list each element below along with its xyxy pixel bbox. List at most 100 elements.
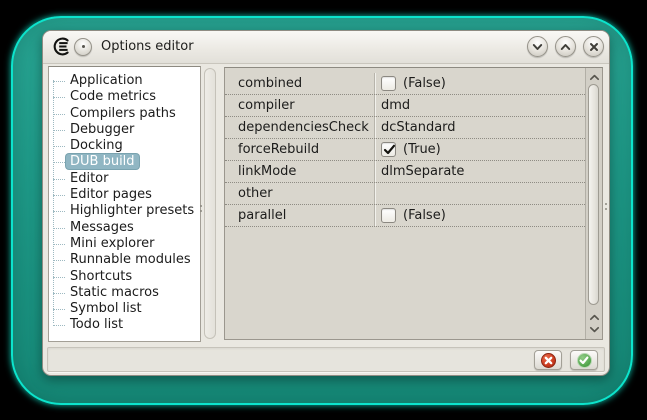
close-button[interactable] — [583, 36, 604, 57]
tree-connector — [53, 97, 65, 99]
property-row-parallel[interactable]: parallel (False) — [225, 205, 585, 227]
sidebar-item-label: Shortcuts — [70, 268, 133, 284]
property-grid: combined (False) compiler dmd dependenci… — [224, 67, 603, 340]
sidebar-item-label: Docking — [70, 138, 123, 154]
tree-connector — [53, 227, 65, 229]
tree-connector — [53, 162, 65, 164]
sidebar-item-compilers-paths[interactable]: Compilers paths — [49, 106, 200, 122]
sidebar-item-messages[interactable]: Messages — [49, 220, 200, 236]
sidebar-item-label: Mini explorer — [70, 235, 155, 251]
cancel-button[interactable] — [534, 350, 562, 370]
tree-connector — [53, 309, 65, 311]
sidebar-item-label: Debugger — [70, 121, 135, 137]
scrollbar-thumb[interactable] — [588, 84, 599, 305]
chevron-up-icon — [589, 74, 599, 80]
property-row-compiler[interactable]: compiler dmd — [225, 95, 585, 117]
sidebar-item-dub-build[interactable]: DUB build — [49, 154, 200, 170]
sidebar-item-label: Messages — [70, 219, 134, 235]
right-grip-icon — [605, 203, 608, 213]
tree-list: Application Code metrics Compilers paths… — [49, 67, 200, 334]
chevron-down-icon — [589, 326, 599, 332]
sidebar-item-label: Compilers paths — [70, 105, 176, 121]
window-title: Options editor — [101, 39, 194, 54]
chevron-up-icon — [589, 314, 599, 320]
splitter[interactable] — [200, 68, 216, 339]
checkbox-checked[interactable] — [381, 142, 396, 157]
tree-connector — [53, 276, 65, 278]
vertical-scrollbar[interactable] — [585, 68, 602, 339]
sidebar-item-highlighter-presets[interactable]: Highlighter presets — [49, 203, 200, 219]
window-menu-icon — [82, 45, 85, 48]
scroll-up-stepper-bottom[interactable] — [586, 311, 602, 323]
sidebar-item-mini-explorer[interactable]: Mini explorer — [49, 236, 200, 252]
sidebar-item-docking[interactable]: Docking — [49, 138, 200, 154]
property-row-dependenciescheck[interactable]: dependenciesCheck dcStandard — [225, 117, 585, 139]
options-editor-window: Options editor Application Code metrics … — [42, 30, 610, 376]
tree-connector — [53, 260, 65, 262]
property-value-cell[interactable]: dcStandard — [374, 117, 585, 138]
property-value-cell[interactable]: dlmSeparate — [374, 161, 585, 182]
property-name: forceRebuild — [238, 142, 320, 157]
scroll-up-stepper[interactable] — [586, 71, 602, 83]
property-row-linkmode[interactable]: linkMode dlmSeparate — [225, 161, 585, 183]
property-value-cell[interactable] — [374, 183, 585, 204]
sidebar-item-static-macros[interactable]: Static macros — [49, 285, 200, 301]
ok-check-circle-icon — [576, 352, 592, 368]
chevron-down-icon — [532, 43, 543, 50]
rolldown-button[interactable] — [527, 36, 548, 57]
tree-connector — [53, 146, 65, 148]
sidebar-item-application[interactable]: Application — [49, 73, 200, 89]
property-name: compiler — [238, 98, 295, 113]
sidebar-item-debugger[interactable]: Debugger — [49, 122, 200, 138]
footer-panel — [47, 347, 605, 372]
checkbox-unchecked[interactable] — [381, 76, 396, 91]
tree-connector — [53, 211, 65, 213]
app-logo-icon — [52, 37, 71, 56]
ok-button[interactable] — [570, 350, 598, 370]
property-value-cell[interactable]: dmd — [374, 95, 585, 116]
property-name: dependenciesCheck — [238, 120, 369, 135]
desktop-background: Options editor Application Code metrics … — [11, 16, 633, 405]
property-value-cell[interactable]: (False) — [374, 73, 585, 94]
scroll-down-stepper[interactable] — [586, 323, 602, 335]
property-value-cell[interactable]: (False) — [374, 205, 585, 226]
sidebar-item-label: Highlighter presets — [70, 203, 195, 219]
property-name: linkMode — [238, 164, 297, 179]
sidebar-item-label: Application — [70, 73, 143, 88]
sidebar-item-label-selected: DUB build — [66, 154, 139, 170]
sidebar-item-shortcuts[interactable]: Shortcuts — [49, 269, 200, 285]
property-value-label: (False) — [403, 208, 446, 223]
sidebar-item-label: Symbol list — [70, 301, 142, 317]
rollup-button[interactable] — [555, 36, 576, 57]
sidebar-item-todo-list[interactable]: Todo list — [49, 317, 200, 333]
tree-connector — [53, 292, 65, 294]
property-value-cell[interactable]: (True) — [374, 139, 585, 160]
sidebar-item-label: Editor pages — [70, 187, 152, 203]
tree-connector — [53, 325, 65, 327]
window-menu-button[interactable] — [74, 38, 92, 56]
property-rows: combined (False) compiler dmd dependenci… — [225, 68, 585, 339]
sidebar-item-editor-pages[interactable]: Editor pages — [49, 187, 200, 203]
property-value-label: (True) — [403, 142, 441, 157]
property-row-forcerebuild[interactable]: forceRebuild (True) — [225, 139, 585, 161]
splitter-grip-icon — [200, 205, 203, 215]
sidebar-item-symbol-list[interactable]: Symbol list — [49, 301, 200, 317]
sidebar-item-editor[interactable]: Editor — [49, 171, 200, 187]
property-value-label: dlmSeparate — [381, 164, 465, 179]
window-controls — [527, 36, 604, 57]
property-row-combined[interactable]: combined (False) — [225, 73, 585, 95]
property-row-other[interactable]: other — [225, 183, 585, 205]
tree-connector — [53, 129, 65, 131]
chevron-up-icon — [560, 43, 571, 50]
sidebar-item-code-metrics[interactable]: Code metrics — [49, 89, 200, 105]
property-name: other — [238, 186, 273, 201]
check-icon — [383, 144, 396, 155]
sidebar-item-runnable-modules[interactable]: Runnable modules — [49, 252, 200, 268]
property-value-label: dcStandard — [381, 120, 456, 135]
checkbox-unchecked[interactable] — [381, 208, 396, 223]
property-name: combined — [238, 76, 303, 91]
close-icon — [589, 42, 598, 51]
sidebar-item-label: Editor — [70, 170, 109, 186]
titlebar[interactable]: Options editor — [43, 31, 609, 64]
tree-connector — [53, 178, 65, 180]
